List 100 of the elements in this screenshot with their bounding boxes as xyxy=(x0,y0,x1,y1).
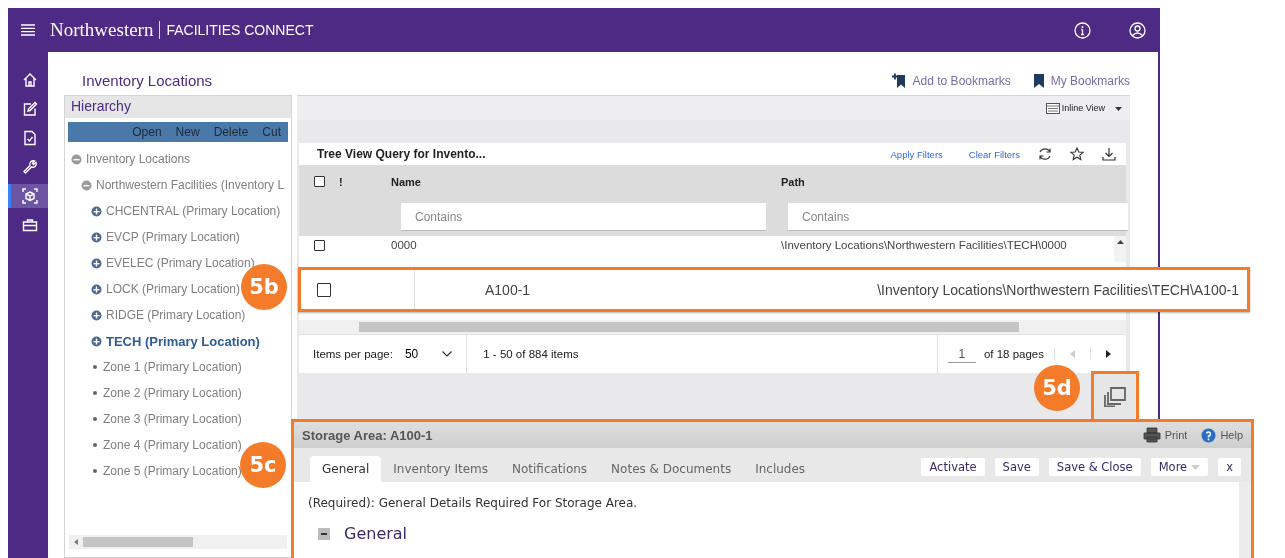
filter-field[interactable]: Contains xyxy=(788,203,1128,231)
horizontal-scrollbar[interactable] xyxy=(299,320,1126,334)
download-icon xyxy=(1102,147,1116,161)
tree-item[interactable]: EVCP (Primary Location) xyxy=(106,230,240,244)
home-icon xyxy=(21,72,38,88)
page-title: Inventory Locations xyxy=(81,72,213,89)
cube-scan-icon xyxy=(21,188,38,204)
table-icon xyxy=(1045,102,1060,114)
tree-item[interactable]: TECH (Primary Location) xyxy=(106,333,260,349)
select-all-checkbox[interactable] xyxy=(313,176,325,187)
tree-item[interactable]: LOCK (Primary Location) xyxy=(106,282,241,296)
action-button[interactable]: Activate xyxy=(921,458,985,476)
bookmark-link[interactable]: My Bookmarks xyxy=(1032,73,1130,89)
toolbar-button[interactable]: Cut xyxy=(255,125,288,139)
row-checkbox[interactable] xyxy=(313,239,325,251)
bullet-icon xyxy=(91,363,99,371)
download-button[interactable] xyxy=(1102,147,1116,161)
toolbar-button[interactable]: Delete xyxy=(206,125,256,139)
highlighted-row[interactable]: A100-1 \Inventory Locations\Northwestern Facilities\TECH\A100-1 xyxy=(298,267,1250,312)
printer-icon xyxy=(1142,427,1161,443)
horizontal-scrollbar[interactable] xyxy=(69,535,287,549)
bookmark-add-icon xyxy=(890,73,907,89)
chevron-down-icon xyxy=(442,351,453,357)
tree-item[interactable]: Zone 1 (Primary Location) xyxy=(103,360,242,374)
caret-icon xyxy=(1115,107,1122,111)
callout-badge: 5c xyxy=(240,442,286,488)
table-cell-text: \Inventory Locations\Northwestern Facilities\TECH\A100-1 xyxy=(877,281,1240,298)
toolbar-button[interactable]: New xyxy=(168,125,207,139)
collapse-icon[interactable] xyxy=(81,179,92,191)
tree-item[interactable]: CHCENTRAL (Primary Location) xyxy=(106,204,281,218)
toolbar-button[interactable]: Open xyxy=(125,125,169,139)
collapse-icon[interactable] xyxy=(71,153,82,165)
vertical-scrollbar[interactable] xyxy=(1114,236,1126,262)
column-header[interactable]: ! xyxy=(339,175,391,188)
required-message: (Required): General Details Required For Storage Area. xyxy=(308,496,639,510)
table-cell: A100-1 xyxy=(485,281,531,298)
items-per-page-select[interactable]: 50 xyxy=(404,347,453,361)
wrench-icon xyxy=(21,159,38,175)
right-arrow-icon xyxy=(1106,350,1111,358)
bullet-icon xyxy=(91,415,99,423)
expand-icon[interactable] xyxy=(91,283,102,295)
tree-item[interactable]: Zone 2 (Primary Location) xyxy=(103,386,242,400)
expand-icon[interactable] xyxy=(91,257,102,269)
bookmark-icon xyxy=(1032,73,1045,89)
edit-icon xyxy=(21,101,38,117)
bullet-icon xyxy=(91,467,99,475)
favorite-button[interactable] xyxy=(1070,147,1084,161)
tab[interactable]: Notes & Documents xyxy=(599,456,744,482)
items-per-page-label: Items per page: xyxy=(313,348,393,360)
expand-icon[interactable] xyxy=(91,309,102,321)
bullet-icon xyxy=(91,441,99,449)
filter-link[interactable]: Apply Filters xyxy=(890,148,943,160)
tree-item[interactable]: Inventory Locations xyxy=(86,152,191,166)
section-title: General xyxy=(344,524,408,543)
column-header[interactable]: Name xyxy=(391,175,781,188)
tree-item[interactable]: Zone 5 (Primary Location) xyxy=(103,464,242,478)
briefcase-icon xyxy=(21,217,38,233)
popout-icon xyxy=(1104,387,1126,407)
panel-title: Storage Area: A100-1 xyxy=(302,427,433,443)
help-icon xyxy=(1201,427,1217,443)
expand-icon[interactable] xyxy=(91,205,102,217)
vertical-scrollbar[interactable] xyxy=(1239,482,1251,558)
menu-icon xyxy=(20,23,36,37)
action-button[interactable]: x xyxy=(1218,458,1241,476)
brand-name: Northwestern xyxy=(50,19,154,41)
tab[interactable]: General xyxy=(310,456,382,482)
view-menu[interactable]: Inline View xyxy=(1045,102,1122,114)
bullet-icon xyxy=(91,389,99,397)
help-button[interactable]: Help xyxy=(1201,427,1243,443)
tree-item[interactable]: Northwestern Facilities (Inventory L xyxy=(96,178,285,192)
nav-item[interactable] xyxy=(8,184,48,208)
refresh-button[interactable] xyxy=(1038,147,1052,161)
page-count: of 18 pages xyxy=(983,348,1044,360)
document-check-icon xyxy=(21,130,38,146)
scroll-up-icon xyxy=(1116,240,1124,244)
filter-field[interactable]: Contains xyxy=(401,203,766,231)
scroll-left-icon xyxy=(74,539,78,545)
expand-icon[interactable] xyxy=(91,335,102,347)
collapse-button[interactable] xyxy=(318,527,330,540)
table-cell-text: \Inventory Locations\Northwestern Facilities\TECH\0000 xyxy=(781,239,1068,251)
bookmark-link[interactable]: Add to Bookmarks xyxy=(890,73,1011,89)
caret-icon xyxy=(1191,464,1201,470)
print-button[interactable]: Print xyxy=(1142,427,1188,443)
column-header[interactable]: Path xyxy=(781,175,1126,188)
tab[interactable]: Notifications xyxy=(500,456,600,482)
tree-item[interactable]: RIDGE (Primary Location) xyxy=(106,308,246,322)
refresh-icon xyxy=(1038,147,1052,161)
action-button[interactable]: Save & Close xyxy=(1048,458,1141,476)
action-button[interactable]: More xyxy=(1150,458,1209,476)
tree-item[interactable]: Zone 3 (Primary Location) xyxy=(103,412,242,426)
product-name: FACILITIES CONNECT xyxy=(166,22,314,38)
query-title: Tree View Query for Invento... xyxy=(317,147,487,161)
info-icon xyxy=(1074,21,1091,39)
filter-link[interactable]: Clear Filters xyxy=(968,148,1020,160)
tree-item[interactable]: Zone 4 (Primary Location) xyxy=(103,438,242,452)
tab[interactable]: Includes xyxy=(743,456,818,482)
action-button[interactable]: Save xyxy=(994,458,1039,476)
row-checkbox[interactable] xyxy=(317,282,331,297)
tab[interactable]: Inventory Items xyxy=(381,456,500,482)
expand-icon[interactable] xyxy=(91,231,102,243)
